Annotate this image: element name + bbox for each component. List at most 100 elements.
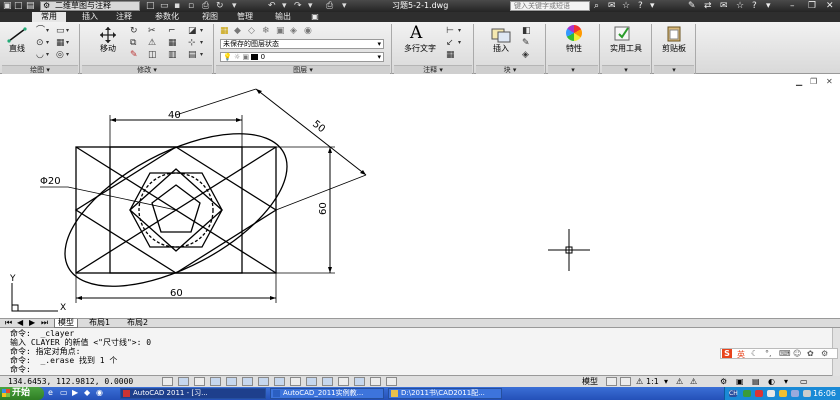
dynamic-input-toggle[interactable] xyxy=(306,377,317,386)
erase-dropdown-icon[interactable]: ▾ xyxy=(200,26,203,36)
print-icon[interactable]: ⎙ xyxy=(326,0,333,12)
tab-annotate[interactable]: 注释 xyxy=(110,12,138,22)
task-autocad-main[interactable]: AutoCAD 2011 - [习... xyxy=(120,388,266,399)
qa-new-icon[interactable]: □ xyxy=(146,0,155,12)
clock[interactable]: 16:06 xyxy=(813,387,836,400)
modify-panel-title[interactable]: 修改 ▾ xyxy=(82,65,212,74)
circle-icon[interactable]: ⊙ xyxy=(36,38,44,48)
ime-moon-icon[interactable]: ☾ xyxy=(751,349,758,358)
drawing-canvas[interactable]: 40 50 60 60 Φ20 Y X xyxy=(0,75,840,318)
explode-dropdown-icon[interactable]: ▾ xyxy=(200,38,203,48)
create-block-icon[interactable]: ◧ xyxy=(522,26,531,36)
tab-output[interactable]: 输出 xyxy=(268,12,298,22)
infer-constraints-toggle[interactable] xyxy=(162,377,173,386)
rotate-icon[interactable]: ↻ xyxy=(130,26,138,36)
snap-mode-toggle[interactable] xyxy=(178,377,189,386)
grid-display-toggle[interactable] xyxy=(194,377,205,386)
object-snap-toggle[interactable] xyxy=(242,377,253,386)
communication-center-icon[interactable]: ✉ xyxy=(608,0,616,12)
viewport-restore-icon[interactable]: ❐ xyxy=(810,77,817,86)
antivirus-icon[interactable] xyxy=(755,390,763,397)
object-snap-tracking-toggle[interactable] xyxy=(274,377,285,386)
dim-text-60-horizontal[interactable]: 60 xyxy=(170,288,183,299)
tab-manage[interactable]: 管理 xyxy=(230,12,260,22)
transparency-toggle[interactable] xyxy=(338,377,349,386)
open-file-icon[interactable]: ▤ xyxy=(26,0,35,12)
stretch-icon[interactable]: ✎ xyxy=(130,50,138,60)
qa-dropdown-icon[interactable]: ▾ xyxy=(232,0,237,12)
edit-block-icon[interactable]: ✎ xyxy=(522,38,530,48)
leader-icon[interactable]: ↙ xyxy=(446,38,454,48)
network-icon[interactable] xyxy=(767,390,775,397)
polar-tracking-toggle[interactable] xyxy=(226,377,237,386)
ime-tools-icon[interactable]: ⚙ xyxy=(821,349,828,358)
ime-language-icon[interactable]: CH xyxy=(729,390,738,397)
expand-dropdown-icon[interactable]: ▾ xyxy=(766,0,771,12)
polyline-dropdown-icon[interactable]: ▾ xyxy=(46,26,49,36)
circle-dropdown-icon[interactable]: ▾ xyxy=(46,38,49,48)
quick-launch-app2-icon[interactable]: ◉ xyxy=(96,388,103,397)
scale-dropdown-icon[interactable]: ▾ xyxy=(664,376,668,387)
isolate-objects-icon[interactable]: ◐ xyxy=(768,376,775,387)
layer-state-dropdown[interactable]: 未保存的图层状态 ▾ xyxy=(220,39,384,49)
mtext-icon[interactable]: A xyxy=(410,23,422,43)
quick-view-layouts-button[interactable] xyxy=(606,377,617,386)
layers-panel-title[interactable]: 图层 ▾ xyxy=(216,65,390,74)
new-file-icon[interactable]: □ xyxy=(14,0,23,12)
undo-dropdown-icon[interactable]: ▾ xyxy=(282,0,287,12)
mirror-icon[interactable]: ⚠ xyxy=(148,38,156,48)
layer-off-icon[interactable]: ◆ xyxy=(234,26,241,36)
ribbon-minimize-icon[interactable]: ▣ xyxy=(308,12,322,22)
tab-parametric[interactable]: 参数化 xyxy=(146,12,188,22)
qa-saveas-icon[interactable]: ▫ xyxy=(188,0,194,12)
properties-panel-title[interactable]: ▾ xyxy=(548,65,598,74)
insert-block-icon[interactable] xyxy=(490,26,512,44)
properties-color-wheel-icon[interactable] xyxy=(566,25,582,41)
layer-lock-icon[interactable]: ▣ xyxy=(276,26,285,36)
network-icon[interactable]: ⇄ xyxy=(704,0,712,12)
tab-model[interactable]: 模型 xyxy=(54,319,78,328)
auto-scale-icon[interactable]: ⚠ xyxy=(690,376,697,387)
explode-icon[interactable]: ⊹ xyxy=(188,38,196,48)
layer-dropdown[interactable]: 💡 ☼ ▣ 0 ▾ xyxy=(220,52,384,62)
dim-text-phi20[interactable]: Φ20 xyxy=(40,176,61,187)
offset-dropdown-icon[interactable]: ▾ xyxy=(200,50,203,60)
array-icon[interactable]: ▦ xyxy=(168,38,177,48)
annotation-monitor-toggle[interactable] xyxy=(386,377,397,386)
annotation-scale-icon[interactable]: ⚠ xyxy=(636,376,643,387)
ime-user-icon[interactable]: ☺ xyxy=(793,349,801,358)
quick-launch-app-icon[interactable]: ◆ xyxy=(84,388,90,397)
tools-wrench-icon[interactable]: ✎ xyxy=(688,0,696,12)
define-attributes-icon[interactable]: ◈ xyxy=(522,50,529,60)
offset-icon[interactable]: ▤ xyxy=(188,50,197,60)
quick-launch-desktop-icon[interactable]: ▭ xyxy=(60,388,68,397)
block-panel-title[interactable]: 块 ▾ xyxy=(476,65,544,74)
volume-icon[interactable] xyxy=(791,390,799,397)
annotation-panel-title[interactable]: 注释 ▾ xyxy=(394,65,472,74)
coordinate-readout[interactable]: 134.6453, 112.9812, 0.0000 xyxy=(8,376,133,387)
clean-screen-icon[interactable]: ▭ xyxy=(800,376,808,387)
tab-home[interactable]: 常用 xyxy=(32,12,66,22)
notification-icon[interactable] xyxy=(779,390,787,397)
help-question-icon[interactable]: ? xyxy=(752,0,757,12)
layer-match-icon[interactable]: ◈ xyxy=(290,26,297,36)
layer-isolate-icon[interactable]: ◇ xyxy=(248,26,255,36)
mail-icon[interactable]: ✉ xyxy=(720,0,728,12)
restore-icon[interactable]: ❐ xyxy=(808,0,816,12)
annotation-visibility-icon[interactable]: ⚠ xyxy=(676,376,683,387)
hatch-icon[interactable]: ▦ xyxy=(56,38,65,48)
task-autocad-tutorial[interactable]: AutoCAD_2011实例教... xyxy=(270,388,384,399)
tab-layout2[interactable]: 布局2 xyxy=(124,319,151,328)
tab-nav-last-icon[interactable]: ⏭ xyxy=(38,319,51,328)
drawing-svg[interactable]: 40 50 60 60 Φ20 Y X xyxy=(0,75,840,318)
info-icon[interactable]: ☆ xyxy=(736,0,744,12)
start-button[interactable]: 开始 xyxy=(0,387,44,400)
table-icon[interactable]: ▦ xyxy=(446,50,455,60)
redo-icon[interactable]: ↷ xyxy=(294,0,302,12)
scale-icon[interactable]: ◫ xyxy=(148,50,157,60)
task-folder[interactable]: D:\2011书\CAD2011配... xyxy=(388,388,502,399)
rectangle-dropdown-icon[interactable]: ▾ xyxy=(66,26,69,36)
qa-save-icon[interactable]: ▪ xyxy=(174,0,180,12)
status-menu-icon[interactable]: ▾ xyxy=(784,376,788,387)
minimize-icon[interactable]: – xyxy=(790,0,795,12)
